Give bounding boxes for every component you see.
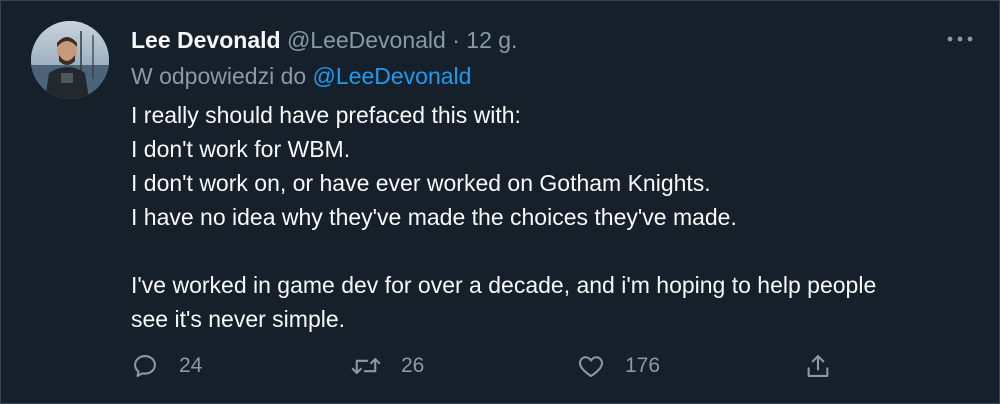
header-separator: · <box>452 27 460 53</box>
author-handle[interactable]: @LeeDevonald <box>287 27 446 53</box>
reply-button[interactable]: 24 <box>131 348 202 384</box>
tweet-text-line: I don't work on, or have ever worked on … <box>131 170 711 196</box>
tweet-text-line: see it's never simple. <box>131 306 346 332</box>
tweet-text: I really should have prefaced this with:… <box>131 98 961 336</box>
tweet-text-line: I've worked in game dev for over a decad… <box>131 272 877 298</box>
tweet-text-line <box>131 234 961 268</box>
reply-context: W odpowiedzi do @LeeDevonald <box>131 61 471 91</box>
tweet-card[interactable]: Lee Devonald @LeeDevonald · 12 g. W odpo… <box>0 0 1000 404</box>
reply-count: 24 <box>179 354 203 377</box>
reply-mention-link[interactable]: @LeeDevonald <box>313 63 472 89</box>
tweet-actions: 24 26 176 <box>131 348 851 384</box>
tweet-text-line: I have no idea why they've made the choi… <box>131 204 737 230</box>
share-icon <box>807 355 829 377</box>
avatar[interactable] <box>31 21 109 99</box>
author-display-name[interactable]: Lee Devonald <box>131 27 281 53</box>
reply-icon <box>134 355 156 377</box>
retweet-count: 26 <box>401 354 425 377</box>
retweet-icon <box>351 358 381 374</box>
like-button[interactable]: 176 <box>577 348 660 384</box>
tweet-header: Lee Devonald @LeeDevonald · 12 g. <box>131 25 939 55</box>
tweet-text-line: I don't work for WBM. <box>131 136 351 162</box>
retweet-button[interactable]: 26 <box>351 348 424 384</box>
avatar-photo <box>31 21 109 99</box>
more-options-button[interactable] <box>945 29 975 49</box>
tweet-text-line: I really should have prefaced this with: <box>131 102 521 128</box>
heart-icon <box>578 356 604 377</box>
tweet-timestamp[interactable]: 12 g. <box>466 27 517 53</box>
reply-context-prefix: W odpowiedzi do <box>131 63 307 89</box>
like-count: 176 <box>625 354 661 377</box>
more-horizontal-icon <box>947 36 973 42</box>
share-button[interactable] <box>804 348 832 384</box>
